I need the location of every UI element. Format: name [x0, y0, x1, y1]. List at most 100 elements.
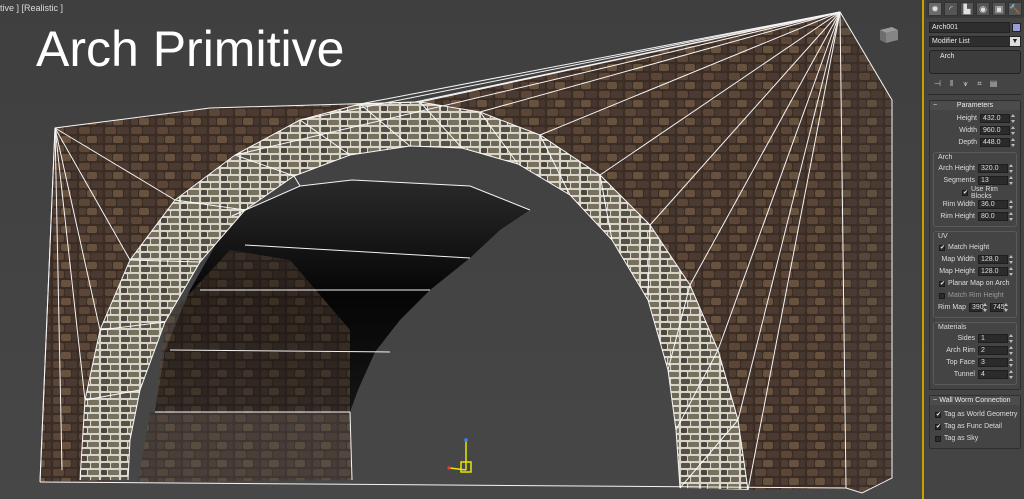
materials-group-title: Materials: [938, 324, 967, 331]
tunnel-floor: [138, 412, 352, 482]
rim-height-label: Rim Height: [940, 213, 975, 220]
rim-height-field[interactable]: 80.0: [978, 212, 1008, 221]
rim-width-label: Rim Width: [942, 201, 975, 208]
parameters-title: Parameters: [956, 102, 994, 109]
tunnel-spinner[interactable]: [1009, 370, 1014, 379]
rim-map-label: Rim Map: [938, 304, 967, 311]
utilities-icon[interactable]: 🔨: [1008, 2, 1022, 16]
tag-sky-row[interactable]: Tag as Sky: [932, 433, 1020, 444]
modifier-list-dropdown[interactable]: Modifier List ▼: [929, 36, 1021, 47]
modifier-list-label: Modifier List: [932, 38, 970, 45]
map-height-spinner[interactable]: [1009, 267, 1014, 276]
planar-map-row[interactable]: Planar Map on Arch: [936, 278, 1014, 289]
tag-world-geometry-label: Tag as World Geometry: [944, 411, 1018, 418]
object-color-swatch[interactable]: [1012, 23, 1021, 32]
arch-height-field[interactable]: 320.0: [978, 164, 1008, 173]
map-width-spinner[interactable]: [1009, 255, 1014, 264]
hierarchy-icon[interactable]: ▙: [960, 2, 974, 16]
rim-height-spinner[interactable]: [1009, 212, 1014, 221]
pin-stack-icon[interactable]: ⊣: [932, 78, 943, 89]
use-rim-blocks-row[interactable]: Use Rim Blocks: [936, 186, 1014, 200]
rim-map-field-a[interactable]: 390.: [969, 303, 986, 312]
remove-modifier-icon[interactable]: ⌗: [974, 78, 985, 89]
segments-spinner[interactable]: [1009, 176, 1014, 185]
sides-row: Sides 1: [936, 333, 1014, 344]
arch-rim-row: Arch Rim 2: [936, 345, 1014, 356]
top-face-field[interactable]: 3: [978, 358, 1008, 367]
viewport-label[interactable]: tive ] [Realistic ]: [0, 3, 63, 13]
segments-row: Segments 13: [936, 175, 1014, 186]
display-icon[interactable]: ▣: [992, 2, 1006, 16]
width-field[interactable]: 960.0: [980, 126, 1010, 135]
stack-tools: ⊣ ‖ ⩛ ⌗ ▤: [932, 78, 1021, 90]
arch-rim-label: Arch Rim: [946, 347, 975, 354]
tag-world-geometry-checkbox[interactable]: [935, 411, 941, 418]
sides-spinner[interactable]: [1009, 334, 1014, 343]
modifier-stack-item[interactable]: Arch: [930, 51, 1020, 60]
uv-group-title: UV: [938, 233, 948, 240]
match-height-row[interactable]: Match Height: [936, 242, 1014, 253]
height-field[interactable]: 432.0: [980, 114, 1010, 123]
object-name-row: Arch001: [929, 22, 1021, 33]
planar-map-checkbox[interactable]: [939, 280, 945, 287]
top-face-spinner[interactable]: [1009, 358, 1014, 367]
configure-sets-icon[interactable]: ▤: [988, 78, 999, 89]
viewport-label-shading[interactable]: [Realistic ]: [22, 3, 64, 13]
viewport-label-view[interactable]: tive ]: [0, 3, 19, 13]
map-height-label: Map Height: [939, 268, 975, 275]
modifier-stack[interactable]: Arch: [929, 50, 1021, 74]
tag-func-detail-checkbox[interactable]: [935, 423, 941, 430]
width-row: Width 960.0: [930, 125, 1016, 136]
use-rim-blocks-checkbox[interactable]: [962, 189, 968, 196]
arch-rim-field[interactable]: 2: [978, 346, 1008, 355]
tag-sky-checkbox[interactable]: [935, 435, 941, 442]
depth-field[interactable]: 448.0: [980, 138, 1010, 147]
make-unique-icon[interactable]: ⩛: [960, 78, 971, 89]
uv-group: UV Match Height Map Width 128.0 Map Heig…: [933, 231, 1017, 318]
tunnel-field[interactable]: 4: [978, 370, 1008, 379]
depth-spinner[interactable]: [1011, 138, 1016, 147]
height-row: Height 432.0: [930, 113, 1016, 124]
rim-map-spinner-a[interactable]: [983, 303, 988, 312]
collapse-icon: −: [933, 102, 938, 109]
tag-func-detail-row[interactable]: Tag as Func Detail: [932, 421, 1020, 432]
tag-sky-label: Tag as Sky: [944, 435, 979, 442]
width-label: Width: [959, 127, 977, 134]
match-height-checkbox[interactable]: [939, 244, 945, 251]
map-width-field[interactable]: 128.0: [978, 255, 1008, 264]
create-icon[interactable]: ✹: [928, 2, 942, 16]
collapse-icon: −: [933, 397, 938, 404]
width-spinner[interactable]: [1011, 126, 1016, 135]
chevron-down-icon[interactable]: ▼: [1010, 37, 1020, 46]
viewcube-icon[interactable]: [878, 24, 900, 44]
sides-field[interactable]: 1: [978, 334, 1008, 343]
motion-icon[interactable]: ◉: [976, 2, 990, 16]
tag-world-geometry-row[interactable]: Tag as World Geometry: [932, 409, 1020, 420]
segments-label: Segments: [943, 177, 975, 184]
rim-map-spinner-b[interactable]: [1004, 303, 1009, 312]
map-width-label: Map Width: [941, 256, 975, 263]
modify-icon[interactable]: ◜: [944, 2, 958, 16]
object-name-field[interactable]: Arch001: [929, 22, 1010, 33]
show-end-result-icon[interactable]: ‖: [946, 78, 957, 89]
map-height-field[interactable]: 128.0: [978, 267, 1008, 276]
match-rim-height-row[interactable]: Match Rim Height: [936, 290, 1014, 301]
height-label: Height: [956, 115, 977, 122]
parameters-rollout-header[interactable]: − Parameters: [930, 101, 1020, 110]
match-rim-height-checkbox[interactable]: [939, 292, 945, 299]
rim-height-row: Rim Height 80.0: [936, 211, 1014, 222]
sides-label: Sides: [957, 335, 975, 342]
arch-height-spinner[interactable]: [1009, 164, 1014, 173]
segments-field[interactable]: 13: [978, 176, 1008, 185]
rim-width-spinner[interactable]: [1009, 200, 1014, 209]
arch-rim-spinner[interactable]: [1009, 346, 1014, 355]
height-spinner[interactable]: [1011, 114, 1016, 123]
map-height-row: Map Height 128.0: [936, 266, 1014, 277]
wallworm-rollout-header[interactable]: − Wall Worm Connection: [930, 396, 1020, 405]
map-width-row: Map Width 128.0: [936, 254, 1014, 265]
rim-map-field-b[interactable]: 745.: [990, 303, 1007, 312]
match-rim-height-label: Match Rim Height: [948, 292, 1004, 299]
viewport[interactable]: tive ] [Realistic ] Arch Primitive: [0, 0, 924, 499]
transform-gizmo[interactable]: [447, 438, 472, 473]
rim-width-field[interactable]: 36.0: [978, 200, 1008, 209]
